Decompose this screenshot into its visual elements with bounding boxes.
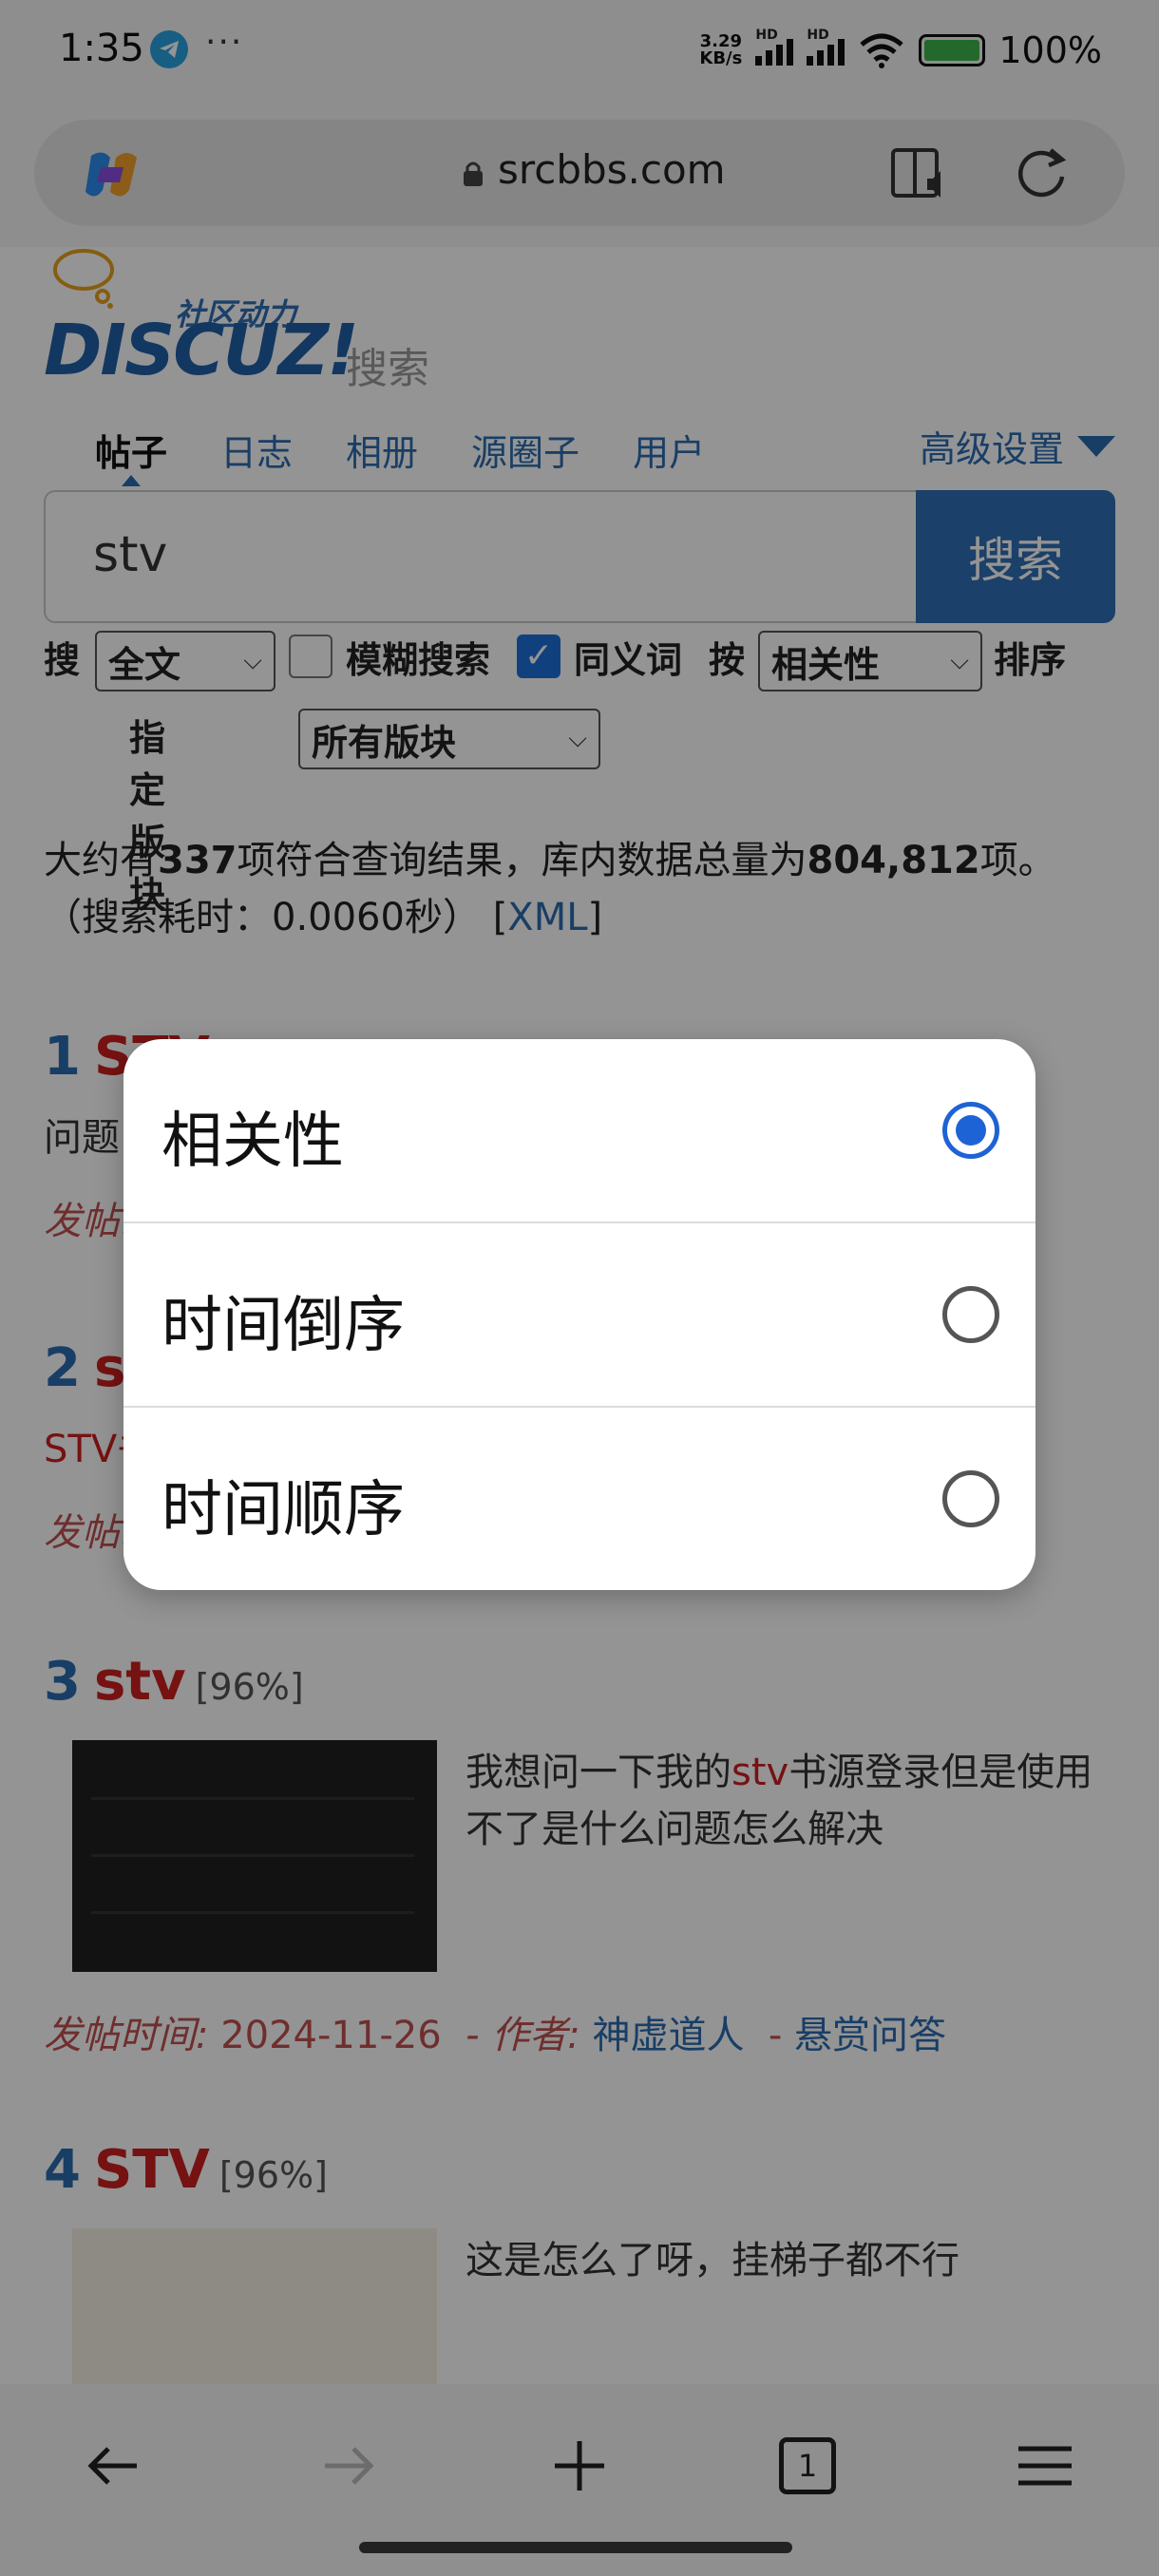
sort-option-time-asc[interactable]: 时间顺序 xyxy=(124,1408,1036,1590)
home-indicator[interactable] xyxy=(359,2542,792,2553)
radio-selected-icon[interactable] xyxy=(942,1102,999,1159)
sort-option-time-desc[interactable]: 时间倒序 xyxy=(124,1223,1036,1408)
sort-order-dialog: 相关性 时间倒序 时间顺序 xyxy=(124,1039,1036,1590)
radio-unselected-icon[interactable] xyxy=(942,1470,999,1527)
sort-option-relevance[interactable]: 相关性 xyxy=(124,1039,1036,1223)
radio-unselected-icon[interactable] xyxy=(942,1286,999,1343)
